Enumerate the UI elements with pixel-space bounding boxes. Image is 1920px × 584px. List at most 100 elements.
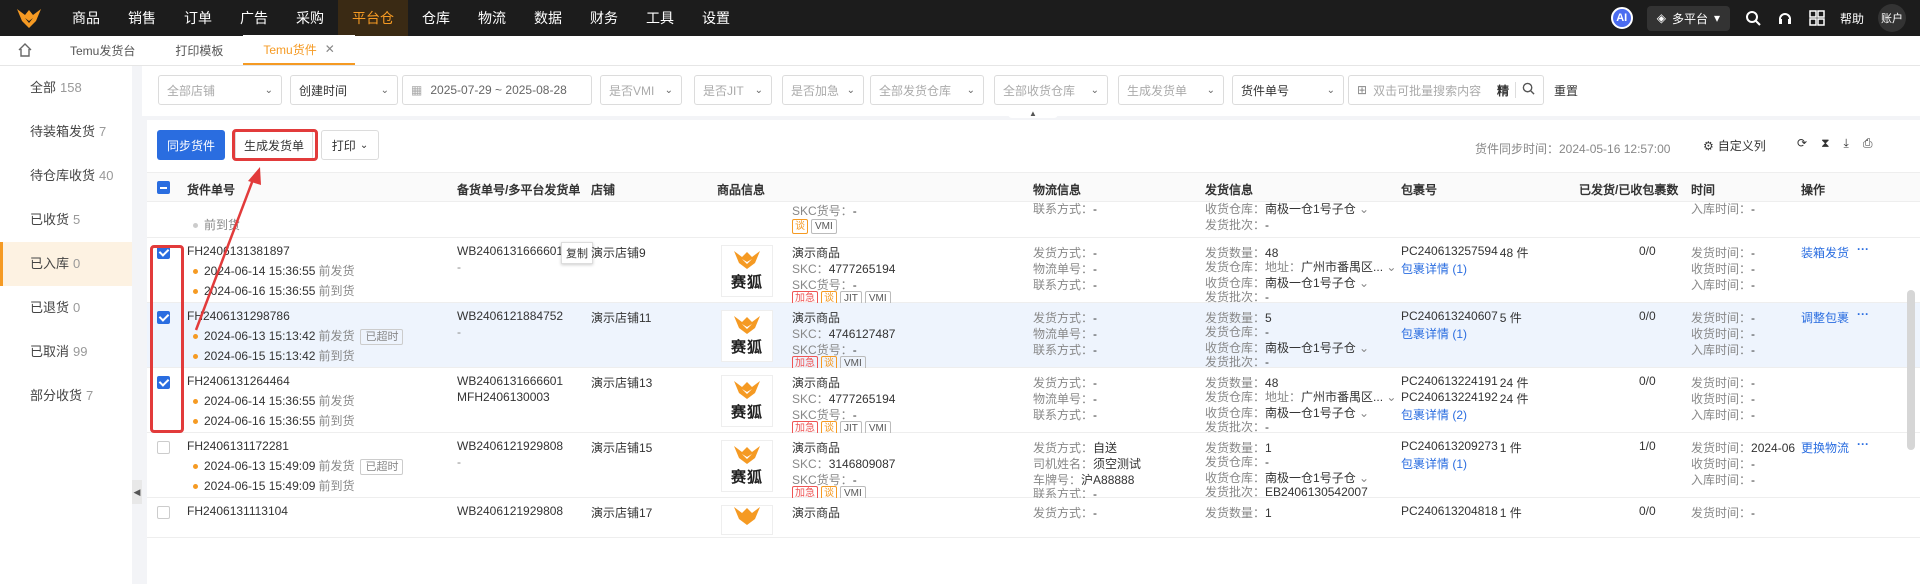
sidebar-item-stocked[interactable]: 已入库 0 bbox=[0, 242, 132, 286]
nav-item-sales[interactable]: 销售 bbox=[114, 0, 170, 36]
hourglass-icon[interactable]: ⧗ bbox=[1821, 136, 1829, 151]
nav-item-finance[interactable]: 财务 bbox=[576, 0, 632, 36]
sidebar-item-returned[interactable]: 已退货 0 bbox=[0, 286, 132, 330]
chevron-down-icon: ⌄ bbox=[264, 84, 273, 96]
more-actions-icon[interactable]: ··· bbox=[1857, 437, 1869, 451]
exact-match-toggle[interactable]: 精 bbox=[1497, 82, 1509, 99]
more-actions-icon[interactable]: ··· bbox=[1857, 307, 1869, 321]
tag-vmi: VMI bbox=[811, 219, 837, 234]
package-detail-link[interactable]: 包裹详情 (1) bbox=[1401, 260, 1467, 277]
chevron-down-icon[interactable]: ⌄ bbox=[1359, 202, 1369, 216]
pack-ship-action[interactable]: 装箱发货 bbox=[1801, 244, 1849, 261]
change-logistics-action[interactable]: 更换物流 bbox=[1801, 439, 1849, 456]
home-icon[interactable] bbox=[0, 35, 50, 65]
sidebar-item-pending-receive[interactable]: 待仓库收货 40 bbox=[0, 154, 132, 198]
select-value: 全部发货仓库 bbox=[879, 83, 952, 98]
shipment-id[interactable]: FH2406131113104 bbox=[187, 504, 288, 518]
refresh-icon[interactable]: ⟳ bbox=[1797, 136, 1807, 151]
print-dropdown-button[interactable]: 打印 ⌄ bbox=[321, 130, 379, 160]
store-name: 演示店铺9 bbox=[591, 246, 646, 260]
nav-item-orders[interactable]: 订单 bbox=[170, 0, 226, 36]
stock-order-no: WB2406121929808 bbox=[457, 504, 564, 518]
chevron-down-icon[interactable]: ⌄ bbox=[1386, 390, 1396, 404]
nav-item-data[interactable]: 数据 bbox=[520, 0, 576, 36]
tab-temu-shipping-desk[interactable]: Temu发货台 bbox=[50, 35, 155, 65]
in-time-value: - bbox=[1751, 343, 1756, 357]
nav-item-ads[interactable]: 广告 bbox=[226, 0, 282, 36]
col-logistics-info: 物流信息 bbox=[1033, 183, 1082, 197]
vertical-scrollbar[interactable] bbox=[1907, 290, 1915, 450]
custom-columns-button[interactable]: ⚙ 自定义列 bbox=[1703, 137, 1766, 154]
print-icon[interactable]: ⎙ bbox=[1863, 136, 1873, 151]
time-type-select[interactable]: 创建时间 ⌄ bbox=[290, 75, 398, 105]
sync-shipments-button[interactable]: 同步货件 bbox=[157, 130, 225, 160]
select-all-checkbox[interactable] bbox=[157, 181, 170, 194]
nav-item-tools[interactable]: 工具 bbox=[632, 0, 688, 36]
filter-collapse-toggle[interactable]: ▲ bbox=[1008, 108, 1058, 118]
app-logo[interactable] bbox=[0, 0, 58, 36]
reset-button[interactable]: 重置 bbox=[1554, 82, 1578, 99]
account-avatar[interactable]: 账户 bbox=[1878, 4, 1906, 32]
jit-select[interactable]: 是否JIT ⌄ bbox=[694, 75, 772, 105]
search-icon[interactable] bbox=[1515, 82, 1535, 98]
close-tab-icon[interactable]: ✕ bbox=[325, 42, 335, 56]
search-icon[interactable] bbox=[1744, 9, 1762, 27]
shipment-id[interactable]: FH2406131172281 bbox=[187, 439, 289, 453]
copy-tooltip-button[interactable]: 复制 bbox=[561, 242, 593, 264]
chevron-down-icon[interactable]: ⌄ bbox=[1359, 341, 1369, 355]
chevron-down-icon[interactable]: ⌄ bbox=[1359, 406, 1369, 420]
row-checkbox[interactable] bbox=[157, 441, 170, 454]
tab-print-template[interactable]: 打印模板 bbox=[155, 35, 243, 65]
sidebar-item-cancelled[interactable]: 已取消 99 bbox=[0, 330, 132, 374]
sidebar-item-received[interactable]: 已收货 5 bbox=[0, 198, 132, 242]
more-actions-icon[interactable]: ··· bbox=[1857, 242, 1869, 256]
ship-warehouse-select[interactable]: 全部发货仓库 ⌄ bbox=[870, 75, 984, 105]
package-ratio: 0/0 bbox=[1639, 504, 1656, 518]
nav-item-platform-warehouse[interactable]: 平台仓 bbox=[338, 0, 408, 36]
tab-temu-shipments[interactable]: Temu货件 ✕ bbox=[243, 35, 355, 65]
platform-switcher[interactable]: ◈ 多平台 ▾ bbox=[1646, 5, 1730, 31]
headset-icon[interactable] bbox=[1776, 9, 1794, 27]
help-link[interactable]: 帮助 bbox=[1840, 10, 1864, 27]
shipment-id[interactable]: FH2406131264464 bbox=[187, 374, 290, 388]
contact-label: 联系方式： bbox=[1033, 343, 1094, 357]
download-icon[interactable]: ⤓ bbox=[1844, 136, 1849, 151]
product-name: 演示商品 bbox=[792, 441, 841, 455]
generate-order-select[interactable]: 生成发货单 ⌄ bbox=[1118, 75, 1224, 105]
apps-grid-icon[interactable] bbox=[1808, 9, 1826, 27]
row-checkbox[interactable] bbox=[157, 506, 170, 519]
stock-order-no-2: MFH2406130003 bbox=[457, 390, 550, 404]
highlight-checkboxes bbox=[150, 245, 184, 433]
search-input[interactable]: ⊞ 双击可批量搜索内容 精 bbox=[1348, 75, 1544, 105]
receive-warehouse-select[interactable]: 全部收货仓库 ⌄ bbox=[994, 75, 1108, 105]
adjust-package-action[interactable]: 调整包裹 bbox=[1801, 309, 1849, 326]
ai-assistant-button[interactable]: AI bbox=[1610, 7, 1633, 29]
nav-item-purchase[interactable]: 采购 bbox=[282, 0, 338, 36]
chevron-down-icon[interactable]: ⌄ bbox=[1386, 260, 1396, 274]
package-count: 24 件 bbox=[1499, 376, 1529, 390]
ship-time-value: - bbox=[1751, 246, 1756, 260]
package-detail-link[interactable]: 包裹详情 (2) bbox=[1401, 406, 1467, 423]
ship-way-value: - bbox=[1093, 246, 1098, 260]
sidebar-item-pending-pack[interactable]: 待装箱发货 7 bbox=[0, 110, 132, 154]
table-row: FH2406131172281 2024-06-13 15:49:09 前发货 已超… bbox=[147, 433, 1920, 501]
nav-item-products[interactable]: 商品 bbox=[58, 0, 114, 36]
package-detail-link[interactable]: 包裹详情 (1) bbox=[1401, 325, 1467, 342]
platform-label: 多平台 bbox=[1671, 11, 1708, 26]
package-detail-link[interactable]: 包裹详情 (1) bbox=[1401, 455, 1467, 472]
sidebar-item-all[interactable]: 全部 158 bbox=[0, 66, 132, 110]
chevron-down-icon: ⌄ bbox=[1326, 84, 1335, 96]
package-no: PC240613257594 bbox=[1401, 244, 1498, 258]
sidebar-item-partial-received[interactable]: 部分收货 7 bbox=[0, 374, 132, 418]
sidebar-collapse-handle[interactable]: ◀ bbox=[132, 480, 142, 504]
package-no: PC240613224192 bbox=[1401, 390, 1498, 404]
date-range-picker[interactable]: ▦ 2025-07-29 ~ 2025-08-28 bbox=[402, 75, 592, 105]
nav-item-warehouse[interactable]: 仓库 bbox=[408, 0, 464, 36]
chevron-down-icon[interactable]: ⌄ bbox=[1359, 276, 1369, 290]
store-select[interactable]: 全部店铺 ⌄ bbox=[158, 75, 282, 105]
vmi-select[interactable]: 是否VMI ⌄ bbox=[600, 75, 682, 105]
nav-item-logistics[interactable]: 物流 bbox=[464, 0, 520, 36]
urgent-select[interactable]: 是否加急 ⌄ bbox=[782, 75, 864, 105]
nav-item-settings[interactable]: 设置 bbox=[688, 0, 744, 36]
search-type-select[interactable]: 货件单号 ⌄ bbox=[1232, 75, 1344, 105]
